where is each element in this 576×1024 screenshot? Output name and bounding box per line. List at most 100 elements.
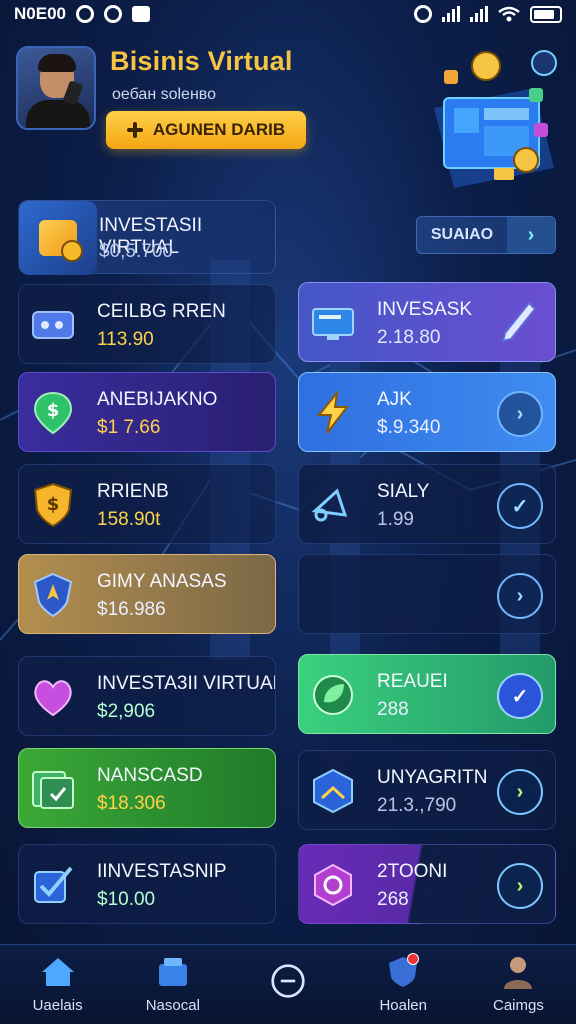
treasure-box-icon — [19, 201, 97, 275]
cta-button[interactable]: AGUNEN DARIB — [106, 111, 306, 149]
investment-card[interactable]: › — [298, 554, 556, 634]
card-title: ANEBIJAKNO — [97, 389, 218, 410]
chat-icon — [131, 6, 150, 22]
svg-text:$: $ — [47, 400, 60, 421]
lightning-icon — [311, 391, 355, 434]
card-value: $1 7.66 — [97, 417, 161, 438]
card-value: 268 — [377, 889, 409, 910]
check-action-icon[interactable]: ✓ — [497, 673, 543, 719]
investment-card[interactable]: INVESTA3II VIRTUAL $2,906 — [18, 656, 276, 736]
bottom-nav: Uaelais Nasocal Hoalen Caimgs — [0, 944, 576, 1024]
card-title: GIMY ANASAS — [97, 571, 227, 592]
investment-card[interactable]: $ RRIENB 158.90t — [18, 464, 276, 544]
page-subtitle: оебан soleнво — [112, 86, 216, 103]
investment-card[interactable]: INVESASK 2.18.80 — [298, 282, 556, 362]
cta-label: AGUNEN DARIB — [152, 120, 286, 139]
hero-illustration — [434, 50, 557, 188]
card-title: RRIENB — [97, 481, 169, 502]
nav-label: Hoalen — [379, 997, 427, 1014]
dollar-pin-icon: $ — [31, 391, 75, 435]
card-title: AJK — [377, 389, 412, 410]
nav-item-alerts[interactable]: Hoalen — [346, 945, 461, 1024]
center-action-icon — [270, 963, 306, 998]
card-title: UNYAGRITN — [377, 767, 488, 788]
card-title: IINVESTASNIP — [97, 861, 227, 882]
checkbox-icon — [31, 865, 75, 905]
header: Bisinis Virtual оебан soleнво AGUNEN DAR… — [16, 44, 560, 194]
nav-item-center-action[interactable] — [230, 945, 345, 1024]
card-title: NANSCASD — [97, 765, 203, 786]
nav-item-home[interactable]: Uaelais — [0, 945, 115, 1024]
profile-icon — [500, 955, 536, 989]
hexagon-icon — [311, 768, 355, 814]
card-value: 113.90 — [97, 329, 154, 350]
nav-item-shop[interactable]: Nasocal — [115, 945, 230, 1024]
card-title: 2TOONI — [377, 861, 448, 882]
featured-value: $0,5.700 — [99, 241, 173, 262]
nav-label: Nasocal — [145, 997, 200, 1014]
investment-card[interactable]: UNYAGRITN 21.3.,790 › — [298, 750, 556, 830]
card-value: 1.99 — [377, 509, 414, 530]
target-icon — [311, 863, 355, 907]
status-bar: N0E00 — [0, 0, 576, 28]
card-value: $.9.340 — [377, 417, 441, 438]
shield-icon — [31, 572, 75, 618]
nav-label: Caimgs — [492, 997, 544, 1014]
investment-card[interactable]: CEILBG RREN 113.90 — [18, 284, 276, 364]
arrow-action-icon[interactable]: › — [497, 863, 543, 909]
investment-card[interactable]: IINVESTASNIP $10.00 — [18, 844, 276, 924]
signal-icon — [470, 6, 488, 22]
messenger-icon — [75, 5, 94, 23]
investment-card[interactable]: $ ANEBIJAKNO $1 7.66 — [18, 372, 276, 452]
investment-card[interactable]: 2TOONI 268 › — [298, 844, 556, 924]
card-value: 21.3.,790 — [377, 795, 457, 816]
card-value: 158.90t — [97, 509, 161, 530]
investment-card[interactable]: REAUEI 288 ✓ — [298, 654, 556, 734]
signal-icon — [442, 6, 460, 22]
card-value: $10.00 — [97, 889, 156, 910]
nav-item-profile[interactable]: Caimgs — [461, 945, 576, 1024]
investment-card[interactable]: AJK $.9.340 › — [298, 372, 556, 452]
wifi-icon — [498, 6, 520, 22]
heart-icon — [31, 677, 75, 717]
shield-alert-icon — [385, 953, 421, 989]
home-icon — [40, 955, 76, 989]
megaphone-icon — [311, 485, 355, 525]
card-title: INVESASK — [377, 299, 473, 320]
investment-card[interactable]: NANSCASD $18.306 — [18, 748, 276, 828]
monitor-icon — [311, 303, 355, 343]
wallet-icon — [31, 305, 75, 345]
card-value: 2.18.80 — [377, 327, 441, 348]
arrow-action-icon[interactable]: › — [497, 769, 543, 815]
clock-icon — [103, 5, 122, 23]
investment-card[interactable]: GIMY ANASAS $16.986 — [18, 554, 276, 634]
plus-icon — [126, 122, 143, 138]
chevron-right-icon: › — [507, 217, 555, 253]
status-time: N0E00 — [14, 4, 66, 23]
arrow-action-icon[interactable]: › — [497, 391, 543, 437]
status-pill-label: SUAIAO — [430, 226, 494, 243]
battery-icon — [530, 5, 562, 23]
nav-label: Uaelais — [32, 997, 83, 1014]
avatar[interactable] — [16, 46, 96, 130]
card-value: $2,906 — [97, 701, 156, 722]
card-value: 288 — [377, 699, 409, 720]
card-title: INVESTA3II VIRTUAL — [97, 673, 276, 694]
coin-shield-icon: $ — [31, 482, 75, 528]
status-pill-button[interactable]: SUAIAO › — [416, 216, 556, 254]
card-title: CEILBG RREN — [97, 301, 226, 322]
svg-text:$: $ — [47, 494, 60, 515]
arrow-action-icon[interactable]: › — [497, 573, 543, 619]
card-value: $18.306 — [97, 793, 166, 814]
card-value: $16.986 — [97, 599, 166, 620]
card-title: SIALY — [377, 481, 430, 502]
investment-card[interactable]: SIALY 1.99 ✓ — [298, 464, 556, 544]
alarm-icon — [414, 5, 432, 23]
featured-card[interactable]: INVESTASII VIRTUAL $0,5.700 — [18, 200, 276, 275]
shop-icon — [155, 955, 191, 989]
documents-icon — [31, 769, 75, 809]
leaf-icon — [311, 675, 355, 715]
check-action-icon[interactable]: ✓ — [497, 483, 543, 529]
page-title: Bisinis Virtual — [110, 46, 293, 76]
pen-icon — [501, 301, 537, 343]
